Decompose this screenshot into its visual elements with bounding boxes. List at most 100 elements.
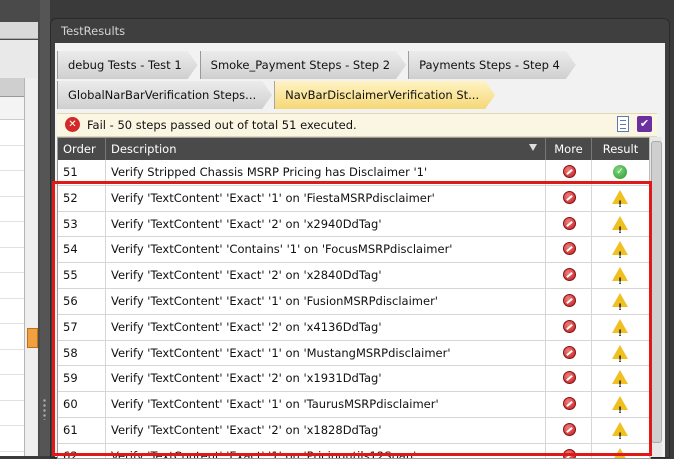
- column-header-more[interactable]: More: [546, 138, 592, 160]
- scrollbar-thumb[interactable]: [651, 141, 662, 443]
- more-details-icon[interactable]: [563, 345, 576, 359]
- breadcrumb: GlobalNarBarVerification Steps... NavBar…: [57, 81, 497, 109]
- more-details-icon[interactable]: [563, 190, 576, 204]
- left-list-row[interactable]: [0, 401, 24, 426]
- more-details-icon[interactable]: [563, 397, 576, 411]
- cell-result: [592, 366, 650, 398]
- cell-result: ✓: [592, 160, 650, 185]
- checkmark-icon[interactable]: ✔: [637, 116, 652, 132]
- left-list-row[interactable]: [0, 426, 24, 452]
- more-details-icon[interactable]: [563, 165, 576, 178]
- status-message: Fail - 50 steps passed out of total 51 e…: [87, 118, 357, 132]
- cell-more[interactable]: [546, 392, 592, 417]
- breadcrumb: debug Tests - Test 1 Smoke_Payment Steps…: [57, 51, 578, 79]
- cell-order: 62: [58, 443, 106, 458]
- cell-order: 57: [58, 314, 106, 340]
- table-row[interactable]: 60 Verify 'TextContent' 'Exact' '1' on 'T…: [58, 392, 650, 424]
- cell-order: 53: [58, 211, 106, 237]
- cell-more[interactable]: [546, 263, 592, 288]
- results-table: Order Description More Result 51 Verify S…: [57, 137, 651, 459]
- column-header-description[interactable]: Description: [106, 138, 546, 160]
- more-details-icon[interactable]: [563, 448, 576, 458]
- left-list-row[interactable]: [0, 222, 24, 248]
- table-row[interactable]: 58 Verify 'TextContent' 'Exact' '1' on 'M…: [58, 340, 650, 372]
- more-details-icon[interactable]: [563, 371, 576, 385]
- table-row[interactable]: 62 Verify 'TextContent' 'Exact' '1' on 'P…: [58, 443, 650, 458]
- filter-icon[interactable]: [529, 144, 537, 151]
- cell-more[interactable]: [546, 288, 592, 314]
- table-row[interactable]: 55 Verify 'TextContent' 'Exact' '2' on 'x…: [58, 263, 650, 295]
- left-list-row[interactable]: [0, 120, 24, 146]
- column-header-order[interactable]: Order: [58, 138, 106, 160]
- breadcrumb-item[interactable]: debug Tests - Test 1: [57, 51, 198, 79]
- splitter-grip-icon[interactable]: [42, 398, 47, 420]
- cell-result: [592, 211, 650, 243]
- left-list-row[interactable]: [0, 324, 24, 350]
- left-list-subheader: [0, 97, 24, 120]
- breadcrumb-item[interactable]: GlobalNarBarVerification Steps...: [57, 81, 272, 109]
- left-pane-marker: [27, 328, 38, 348]
- cell-more[interactable]: [546, 314, 592, 340]
- warning-icon: [612, 447, 628, 458]
- cell-description: Verify Stripped Chassis MSRP Pricing has…: [106, 160, 546, 185]
- warning-icon: [612, 267, 628, 295]
- more-details-icon[interactable]: [563, 422, 576, 436]
- cell-result: [592, 185, 650, 218]
- cell-description: Verify 'TextContent' 'Exact' '2' on 'x18…: [106, 417, 546, 443]
- table-row[interactable]: 61 Verify 'TextContent' 'Exact' '2' on 'x…: [58, 417, 650, 450]
- more-details-icon[interactable]: [563, 293, 576, 307]
- pane-splitter[interactable]: [40, 0, 50, 456]
- warning-icon: [612, 189, 628, 218]
- table-row[interactable]: 59 Verify 'TextContent' 'Exact' '2' on 'x…: [58, 366, 650, 398]
- left-pane-list[interactable]: [0, 78, 25, 456]
- left-list-row[interactable]: [0, 146, 24, 171]
- cell-more[interactable]: [546, 443, 592, 458]
- warning-icon: [612, 215, 628, 243]
- cell-more[interactable]: [546, 211, 592, 237]
- breadcrumb-item[interactable]: Payments Steps - Step 4: [408, 51, 576, 79]
- table-header: Order Description More Result: [58, 138, 650, 160]
- more-details-icon[interactable]: [563, 242, 576, 256]
- cell-description: Verify 'TextContent' 'Exact' '1' on 'Mus…: [106, 340, 546, 366]
- table-row[interactable]: 53 Verify 'TextContent' 'Exact' '2' on 'x…: [58, 211, 650, 243]
- table-body: 51 Verify Stripped Chassis MSRP Pricing h…: [58, 160, 650, 458]
- breadcrumb-item[interactable]: Smoke_Payment Steps - Step 2: [200, 51, 406, 79]
- report-document-icon[interactable]: [617, 116, 629, 132]
- cell-description: Verify 'TextContent' 'Exact' '2' on 'x29…: [106, 211, 546, 237]
- left-list-row[interactable]: [0, 171, 24, 197]
- cell-result: [592, 340, 650, 372]
- table-row[interactable]: 54 Verify 'TextContent' 'Contains' '1' on…: [58, 237, 650, 269]
- cell-more[interactable]: [546, 160, 592, 185]
- cell-more[interactable]: [546, 417, 592, 443]
- cell-result: [592, 392, 650, 424]
- table-scrollbar[interactable]: [649, 137, 662, 457]
- left-list-row[interactable]: [0, 350, 24, 375]
- table-row[interactable]: 57 Verify 'TextContent' 'Exact' '2' on 'x…: [58, 314, 650, 347]
- cell-order: 61: [58, 417, 106, 443]
- cell-more[interactable]: [546, 237, 592, 263]
- more-details-icon[interactable]: [563, 268, 576, 282]
- cell-order: 51: [58, 160, 106, 185]
- table-row[interactable]: 52 Verify 'TextContent' 'Exact' '1' on 'F…: [58, 185, 650, 218]
- cell-more[interactable]: [546, 340, 592, 366]
- cell-result: [592, 237, 650, 269]
- cell-more[interactable]: [546, 185, 592, 211]
- left-list-row[interactable]: [0, 197, 24, 222]
- table-row[interactable]: 56 Verify 'TextContent' 'Exact' '1' on 'F…: [58, 288, 650, 321]
- left-list-row[interactable]: [0, 273, 24, 299]
- cell-result: [592, 263, 650, 295]
- left-list-row[interactable]: [0, 299, 24, 324]
- left-list-row[interactable]: [0, 375, 24, 401]
- breadcrumb-item-active[interactable]: NavBarDisclaimerVerification St...: [274, 81, 495, 109]
- column-header-result[interactable]: Result: [592, 138, 650, 160]
- warning-icon: [612, 241, 628, 269]
- more-details-icon[interactable]: [563, 319, 576, 333]
- more-details-icon[interactable]: [563, 216, 576, 230]
- left-list-row[interactable]: [0, 248, 24, 273]
- cell-more[interactable]: [546, 366, 592, 392]
- left-pane-scrollbar[interactable]: [25, 78, 38, 456]
- table-row[interactable]: 51 Verify Stripped Chassis MSRP Pricing h…: [58, 160, 650, 186]
- window-body: debug Tests - Test 1 Smoke_Payment Steps…: [55, 43, 665, 459]
- cell-order: 55: [58, 263, 106, 288]
- warning-icon: [612, 318, 628, 347]
